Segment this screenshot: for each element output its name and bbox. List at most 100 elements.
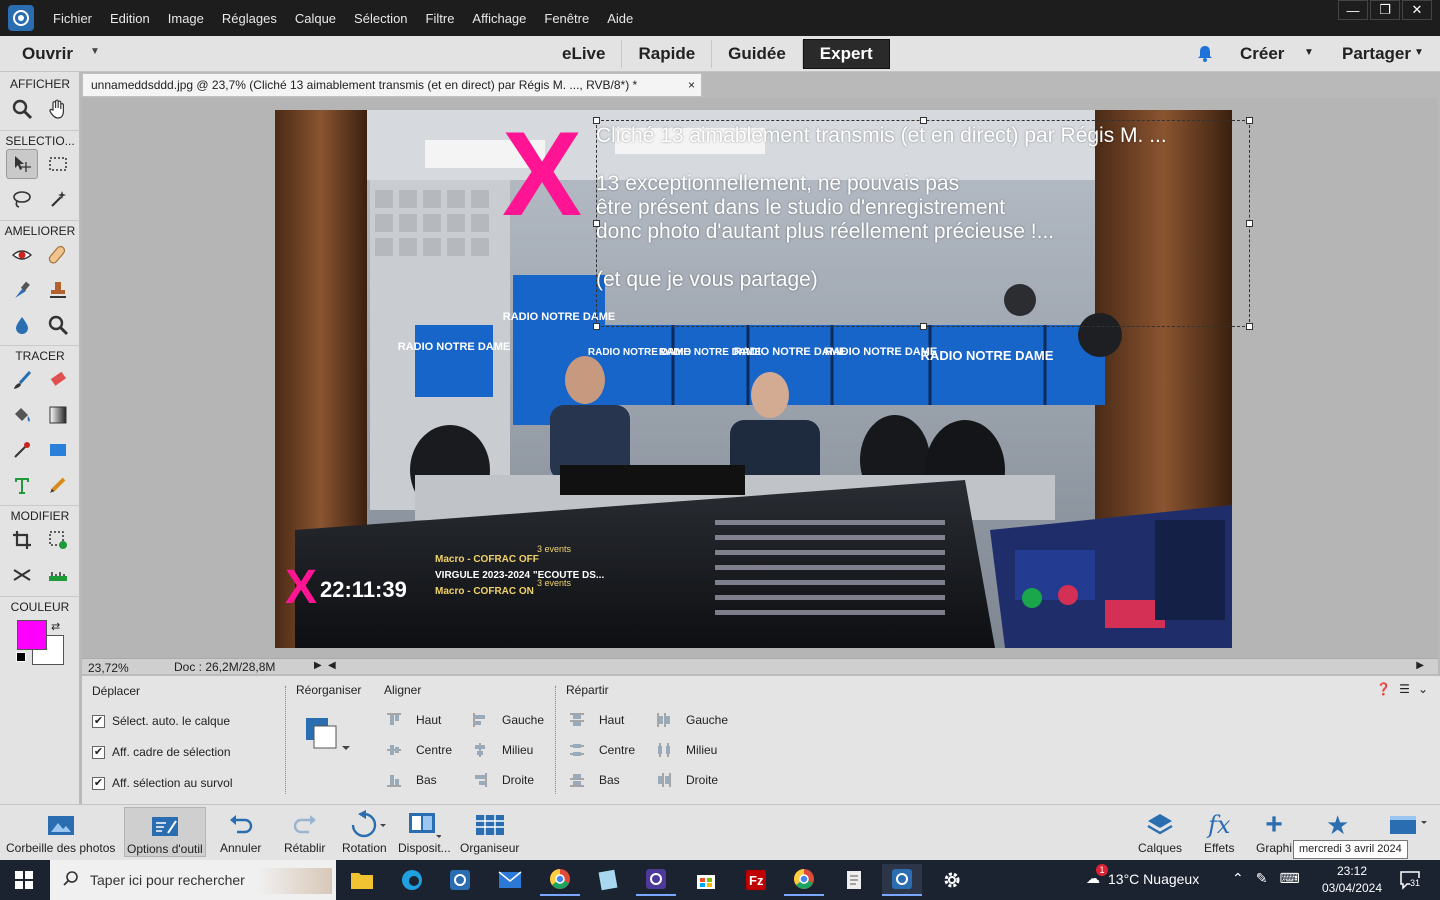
default-colors-icon[interactable] — [16, 652, 26, 662]
spot-healing-tool-icon[interactable] — [42, 240, 74, 270]
organizer-button[interactable]: Organiseur — [460, 809, 519, 855]
document-app[interactable] — [834, 864, 874, 896]
distribute-middle-button[interactable]: Milieu — [656, 742, 717, 758]
open-button[interactable]: Ouvrir — [22, 44, 73, 64]
menu-aide[interactable]: Aide — [598, 11, 642, 26]
magic-wand-tool-icon[interactable] — [42, 184, 74, 214]
menu-reglages[interactable]: Réglages — [213, 11, 286, 26]
menu-calque[interactable]: Calque — [286, 11, 345, 26]
tab-rapide[interactable]: Rapide — [622, 40, 713, 68]
store-app[interactable] — [686, 864, 726, 896]
align-top-button[interactable]: Haut — [386, 712, 441, 728]
restore-button[interactable]: ❐ — [1370, 0, 1400, 20]
checkbox-box[interactable]: ✔ — [92, 714, 105, 728]
distribute-left-button[interactable]: Gauche — [656, 712, 728, 728]
show-bounding-box-checkbox[interactable]: ✔ Aff. cadre de sélection — [92, 745, 231, 759]
paint-bucket-tool-icon[interactable] — [6, 400, 38, 430]
elements-organizer-app[interactable] — [440, 864, 480, 896]
checkbox-box[interactable]: ✔ — [92, 745, 105, 759]
align-bottom-button[interactable]: Bas — [386, 772, 437, 788]
chrome-app[interactable] — [540, 864, 580, 896]
weather-widget[interactable]: ☁ 1 13°C Nuageux — [1086, 864, 1199, 887]
resize-handle[interactable] — [593, 220, 600, 227]
distribute-center-button[interactable]: Centre — [569, 742, 635, 758]
status-menu-arrow-icon[interactable]: ▶ — [314, 660, 322, 671]
tool-options-button[interactable]: Options d'outil — [124, 807, 206, 857]
recompose-tool-icon[interactable] — [42, 525, 74, 555]
resize-handle[interactable] — [593, 323, 600, 330]
content-aware-move-tool-icon[interactable] — [6, 560, 38, 590]
open-dropdown-icon[interactable]: ▼ — [90, 46, 100, 57]
favorites-button[interactable]: ★ — [1326, 809, 1349, 841]
blur-tool-icon[interactable] — [6, 310, 38, 340]
swap-colors-icon[interactable]: ⇄ — [51, 620, 60, 633]
zoom-level[interactable]: 23,72% — [88, 661, 129, 675]
bell-icon[interactable] — [1196, 44, 1214, 65]
more-panels-button[interactable] — [1388, 809, 1428, 841]
menu-fenetre[interactable]: Fenêtre — [535, 11, 598, 26]
crop-tool-icon[interactable] — [6, 525, 38, 555]
chrome-app-2[interactable] — [784, 864, 824, 896]
text-tool-icon[interactable] — [6, 470, 38, 500]
scroll-right-icon[interactable]: ▶ — [1416, 660, 1424, 671]
sponge-tool-icon[interactable] — [42, 310, 74, 340]
layout-button[interactable]: Disposit... — [398, 809, 451, 855]
taskbar-clock[interactable]: 23:12 03/04/2024 — [1318, 863, 1386, 897]
brush-tool-icon[interactable] — [6, 365, 38, 395]
menu-edition[interactable]: Edition — [101, 11, 159, 26]
shape-tool-icon[interactable] — [42, 435, 74, 465]
edge-app[interactable] — [392, 864, 432, 896]
tab-elive[interactable]: eLive — [546, 40, 623, 68]
distribute-bottom-button[interactable]: Bas — [569, 772, 620, 788]
selection-bounding-box[interactable] — [593, 117, 1253, 330]
redo-button[interactable]: Rétablir — [284, 809, 325, 855]
marquee-tool-icon[interactable] — [42, 149, 74, 179]
collapse-panel-icon[interactable]: ⌄ — [1418, 682, 1428, 696]
distribute-top-button[interactable]: Haut — [569, 712, 624, 728]
resize-handle[interactable] — [1246, 220, 1253, 227]
layers-button[interactable]: Calques — [1138, 809, 1182, 855]
align-middle-button[interactable]: Milieu — [472, 742, 533, 758]
mail-app[interactable] — [490, 864, 530, 896]
filezilla-app[interactable]: Fz — [736, 864, 776, 896]
tab-guidee[interactable]: Guidée — [712, 40, 803, 68]
resize-handle[interactable] — [920, 323, 927, 330]
document-tab[interactable]: unnameddsddd.jpg @ 23,7% (Cliché 13 aima… — [82, 73, 702, 97]
straighten-tool-icon[interactable] — [42, 560, 74, 590]
show-highlight-checkbox[interactable]: ✔ Aff. sélection au survol — [92, 776, 233, 790]
lasso-tool-icon[interactable] — [6, 184, 38, 214]
menu-fichier[interactable]: Fichier — [44, 11, 101, 26]
arrange-button[interactable] — [304, 716, 352, 759]
windows-start-button[interactable] — [0, 860, 48, 900]
graphics-button[interactable]: + Graphi — [1256, 808, 1292, 855]
help-icon[interactable]: ❓ — [1376, 682, 1391, 696]
auto-select-layer-checkbox[interactable]: ✔ Sélect. auto. le calque — [92, 714, 230, 728]
tab-expert[interactable]: Expert — [802, 39, 890, 69]
resize-handle[interactable] — [1246, 117, 1253, 124]
notes-app[interactable] — [588, 864, 628, 896]
photo-bin-button[interactable]: Corbeille des photos — [6, 809, 115, 855]
keyboard-icon[interactable]: ⌨ — [1279, 870, 1299, 887]
file-explorer-app[interactable] — [342, 864, 382, 896]
menu-selection[interactable]: Sélection — [345, 11, 416, 26]
photoshop-elements-app[interactable] — [882, 864, 922, 896]
menu-affichage[interactable]: Affichage — [463, 11, 535, 26]
close-window-button[interactable]: ✕ — [1402, 0, 1432, 20]
align-left-button[interactable]: Gauche — [472, 712, 544, 728]
effects-button[interactable]: fx Effets — [1204, 809, 1234, 855]
resize-handle[interactable] — [1246, 323, 1253, 330]
pen-icon[interactable]: ✎ — [1256, 870, 1268, 887]
gradient-tool-icon[interactable] — [42, 400, 74, 430]
menu-filtre[interactable]: Filtre — [417, 11, 464, 26]
taskbar-search[interactable]: Taper ici pour rechercher — [50, 860, 336, 900]
distribute-right-button[interactable]: Droite — [656, 772, 718, 788]
close-document-icon[interactable]: × — [688, 78, 695, 92]
clone-stamp-tool-icon[interactable] — [42, 275, 74, 305]
foreground-color-swatch[interactable] — [17, 620, 47, 650]
create-dropdown-icon[interactable]: ▼ — [1304, 47, 1314, 58]
eyedropper-tool-icon[interactable] — [6, 435, 38, 465]
eraser-tool-icon[interactable] — [42, 365, 74, 395]
rotate-button[interactable]: Rotation — [342, 809, 387, 855]
menu-image[interactable]: Image — [159, 11, 213, 26]
canvas-area[interactable]: RADIO NOTRE DAME RADIO NOTRE DAME RADIO … — [82, 98, 1438, 658]
